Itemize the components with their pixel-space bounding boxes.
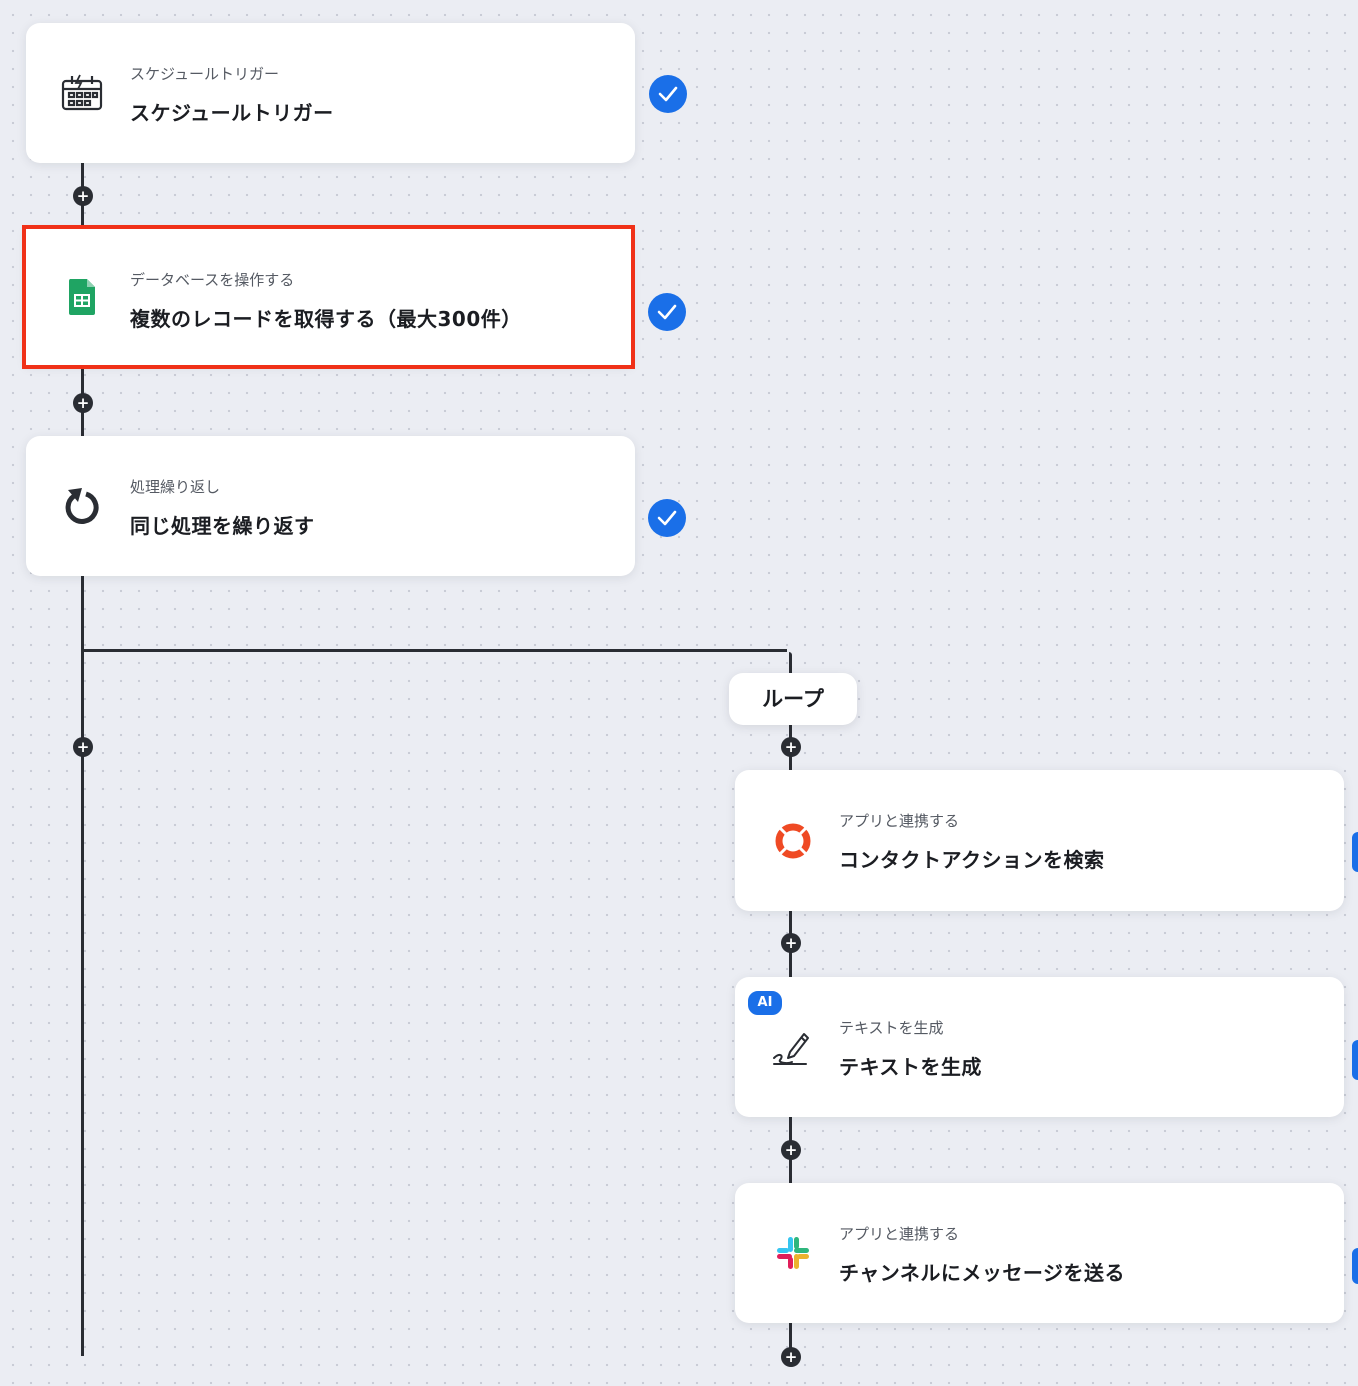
step-title: スケジュールトリガー — [130, 101, 334, 125]
add-step-button[interactable]: + — [781, 737, 801, 757]
loop-branch-label[interactable]: ループ — [729, 673, 857, 725]
schedule-calendar-icon — [60, 71, 104, 115]
step-card-generate-text[interactable]: テキストを生成 テキストを生成 — [735, 977, 1344, 1117]
completed-check-icon — [649, 75, 687, 113]
step-title: コンタクトアクションを検索 — [839, 848, 1105, 872]
google-sheets-icon — [60, 275, 104, 319]
step-subtitle: テキストを生成 — [839, 1019, 944, 1037]
loop-arrow-icon — [60, 484, 104, 528]
step-card-search-contact-action[interactable]: アプリと連携する コンタクトアクションを検索 — [735, 770, 1344, 911]
add-step-button[interactable]: + — [781, 1140, 801, 1160]
add-step-button[interactable]: + — [73, 393, 93, 413]
completed-check-icon — [1352, 1248, 1358, 1284]
add-step-button[interactable]: + — [73, 186, 93, 206]
step-title: テキストを生成 — [839, 1055, 982, 1079]
step-title: 同じ処理を繰り返す — [130, 514, 315, 538]
step-card-get-records[interactable]: データベースを操作する 複数のレコードを取得する（最大300件） — [26, 229, 631, 365]
step-card-schedule-trigger[interactable]: スケジュールトリガー スケジュールトリガー — [26, 23, 635, 163]
completed-check-icon — [1352, 1040, 1358, 1080]
completed-check-icon — [648, 293, 686, 331]
lifebuoy-icon — [771, 819, 815, 863]
step-subtitle: 処理繰り返し — [130, 478, 221, 496]
slack-icon — [771, 1231, 815, 1275]
step-card-send-channel-message[interactable]: アプリと連携する チャンネルにメッセージを送る — [735, 1183, 1344, 1323]
step-subtitle: アプリと連携する — [839, 1225, 960, 1243]
add-step-button[interactable]: + — [781, 1347, 801, 1367]
add-step-button[interactable]: + — [73, 737, 93, 757]
step-subtitle: アプリと連携する — [839, 812, 960, 830]
add-step-button[interactable]: + — [781, 933, 801, 953]
branch-connector-line — [81, 649, 787, 652]
step-card-repeat[interactable]: 処理繰り返し 同じ処理を繰り返す — [26, 436, 635, 576]
pen-write-icon — [769, 1025, 813, 1069]
step-title: チャンネルにメッセージを送る — [839, 1261, 1125, 1285]
completed-check-icon — [648, 499, 686, 537]
step-subtitle: スケジュールトリガー — [130, 65, 279, 83]
ai-badge: AI — [746, 989, 784, 1017]
completed-check-icon — [1352, 832, 1358, 872]
step-subtitle: データベースを操作する — [130, 271, 295, 289]
step-title: 複数のレコードを取得する（最大300件） — [130, 307, 522, 331]
